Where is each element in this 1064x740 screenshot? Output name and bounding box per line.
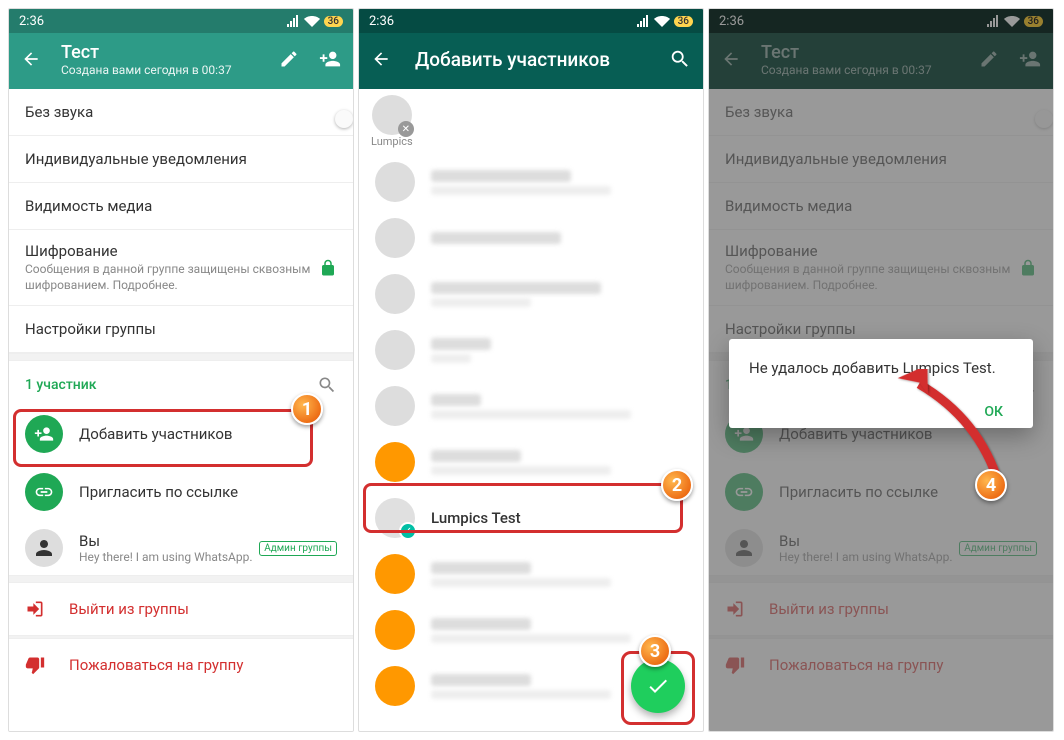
lock-icon <box>319 259 337 277</box>
checkmark-icon: ✓ <box>399 522 417 540</box>
step-badge-4: 4 <box>975 469 1007 501</box>
exit-icon <box>25 599 45 619</box>
step-badge-3: 3 <box>639 635 671 667</box>
status-time: 2:36 <box>369 14 394 29</box>
contact-row[interactable] <box>359 546 703 602</box>
contact-row[interactable] <box>359 434 703 490</box>
add-person-icon <box>25 415 63 453</box>
contact-name: Lumpics Test <box>431 509 521 527</box>
media-label: Видимость медиа <box>25 197 152 215</box>
admin-badge: Админ группы <box>259 541 337 556</box>
screenshot-3: 2:36 36 Тест Создана вами сегодня в 00:3… <box>708 8 1054 732</box>
invite-link-label: Пригласить по ссылке <box>79 483 238 501</box>
search-icon <box>669 48 691 70</box>
media-row[interactable]: Видимость медиа <box>9 183 353 230</box>
contact-row[interactable] <box>359 378 703 434</box>
header-title-block: Тест Создана вами сегодня в 00:37 <box>61 42 232 77</box>
avatar <box>25 529 63 567</box>
step-badge-1: 1 <box>291 393 323 425</box>
signal-icon <box>286 15 300 27</box>
selected-contacts: ✕ Lumpics <box>359 89 703 154</box>
arrow-back-icon <box>21 49 41 69</box>
battery-badge: 36 <box>674 16 693 27</box>
invite-link-row[interactable]: Пригласить по ссылке <box>9 463 353 521</box>
status-bar: 2:36 36 <box>9 9 353 33</box>
contact-row[interactable] <box>359 266 703 322</box>
screenshot-2: 2:36 36 Добавить участников ✕ Lumpics ✓ … <box>358 8 704 732</box>
screenshot-1: 2:36 36 Тест Создана вами сегодня в 00:3… <box>8 8 354 732</box>
wifi-icon <box>304 15 320 27</box>
contact-row[interactable] <box>359 322 703 378</box>
report-label: Пожаловаться на группу <box>69 656 243 674</box>
check-icon <box>646 674 670 698</box>
status-bar: 2:36 36 <box>359 9 703 33</box>
step-badge-2: 2 <box>661 469 693 501</box>
status-icons: 36 <box>636 15 693 27</box>
leave-label: Выйти из группы <box>69 600 189 618</box>
avatar <box>375 162 415 202</box>
avatar <box>375 554 415 594</box>
avatar <box>375 330 415 370</box>
contact-row[interactable] <box>359 210 703 266</box>
notifications-label: Индивидуальные уведомления <box>25 150 247 168</box>
encryption-title: Шифрование <box>25 242 319 260</box>
link-icon <box>25 473 63 511</box>
report-group-row[interactable]: Пожаловаться на группу <box>9 639 353 691</box>
mute-row[interactable]: Без звука <box>9 89 353 136</box>
confirm-fab[interactable] <box>631 659 685 713</box>
selected-contact-chip[interactable]: ✕ Lumpics <box>371 95 413 148</box>
pencil-icon <box>279 49 299 69</box>
arrow-annotation <box>889 369 1029 499</box>
mute-label: Без звука <box>25 103 93 121</box>
search-button[interactable] <box>669 48 691 70</box>
avatar: ✕ <box>372 95 412 135</box>
search-icon <box>317 375 337 395</box>
edit-button[interactable] <box>279 49 299 69</box>
back-button[interactable] <box>371 49 391 69</box>
avatar <box>375 442 415 482</box>
arrow-back-icon <box>371 49 391 69</box>
wifi-icon <box>654 15 670 27</box>
status-time: 2:36 <box>19 14 44 29</box>
group-settings-row[interactable]: Настройки группы <box>9 306 353 353</box>
group-settings-label: Настройки группы <box>25 320 156 338</box>
header-title: Добавить участников <box>415 48 610 71</box>
thumb-down-icon <box>25 655 45 675</box>
status-icons: 36 <box>286 15 343 27</box>
avatar <box>375 274 415 314</box>
encryption-row[interactable]: Шифрование Сообщения в данной группе защ… <box>9 230 353 306</box>
self-status: Hey there! I am using WhatsApp. <box>79 550 253 564</box>
add-participant-button[interactable] <box>319 48 341 70</box>
participants-count: 1 участник <box>25 377 97 393</box>
self-name: Вы <box>79 532 253 550</box>
battery-badge: 36 <box>324 16 343 27</box>
signal-icon <box>636 15 650 27</box>
group-subtitle: Создана вами сегодня в 00:37 <box>61 63 232 77</box>
avatar <box>375 610 415 650</box>
contact-row[interactable] <box>359 154 703 210</box>
group-title: Тест <box>61 42 232 63</box>
person-add-icon <box>319 48 341 70</box>
divider <box>9 575 353 583</box>
contact-row-selected[interactable]: ✓ Lumpics Test <box>359 490 703 546</box>
divider <box>9 353 353 361</box>
person-silhouette-icon <box>32 536 56 560</box>
self-user-row[interactable]: Вы Hey there! I am using WhatsApp. Админ… <box>9 521 353 575</box>
add-participants-label: Добавить участников <box>79 425 232 443</box>
avatar <box>375 218 415 258</box>
notifications-row[interactable]: Индивидуальные уведомления <box>9 136 353 183</box>
avatar <box>375 386 415 426</box>
back-button[interactable] <box>21 49 41 69</box>
encryption-desc: Сообщения в данной группе защищены сквоз… <box>25 262 319 293</box>
remove-icon[interactable]: ✕ <box>398 121 414 137</box>
avatar <box>375 666 415 706</box>
search-participants-button[interactable] <box>317 375 337 395</box>
leave-group-row[interactable]: Выйти из группы <box>9 583 353 635</box>
avatar: ✓ <box>375 498 415 538</box>
